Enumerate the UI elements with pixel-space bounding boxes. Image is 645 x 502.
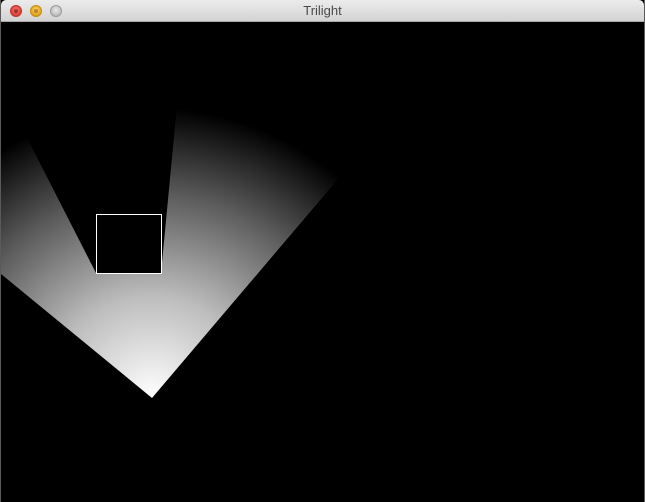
title-bar[interactable]: Trilight [1,0,644,22]
app-window: Trilight [0,0,645,502]
light-cone [1,105,344,398]
render-canvas[interactable] [1,22,644,502]
occluder-square[interactable] [96,214,162,274]
window-title: Trilight [303,3,342,18]
scene-svg [1,105,344,398]
